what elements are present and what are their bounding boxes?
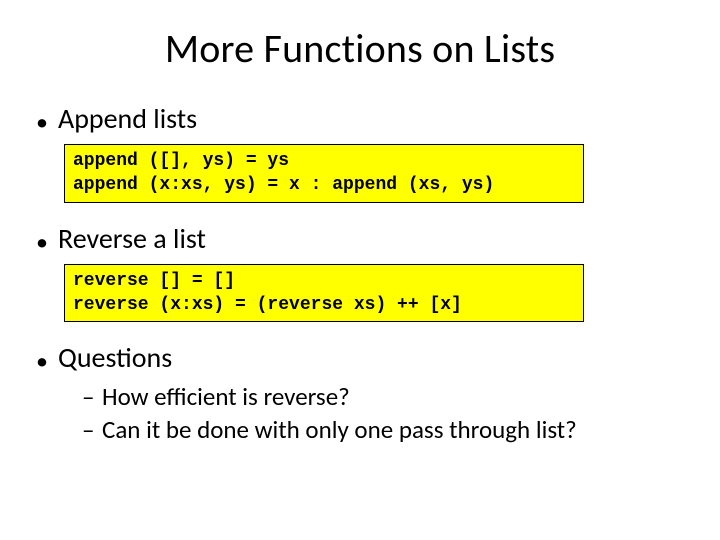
bullet-label: Questions: [58, 340, 172, 375]
dash-icon: –: [82, 381, 102, 412]
slide-title: More Functions on Lists: [36, 24, 684, 73]
list-item: • Append lists append ([], ys) = ys appe…: [36, 101, 684, 203]
code-block-reverse: reverse [] = [] reverse (x:xs) = (revers…: [64, 264, 584, 323]
sub-list-item: – Can it be done with only one pass thro…: [82, 414, 684, 445]
list-item: • Reverse a list reverse [] = [] reverse…: [36, 221, 684, 323]
dash-icon: –: [82, 414, 102, 445]
bullet-label: Reverse a list: [58, 221, 206, 256]
bullet-list: • Append lists append ([], ys) = ys appe…: [36, 101, 684, 445]
sub-item-label: Can it be done with only one pass throug…: [102, 414, 577, 445]
list-item: • Questions – How efficient is reverse? …: [36, 340, 684, 445]
sub-item-label: How efficient is reverse?: [102, 381, 350, 412]
bullet-icon: •: [36, 231, 58, 255]
bullet-icon: •: [36, 111, 58, 135]
slide: More Functions on Lists • Append lists a…: [0, 0, 720, 540]
code-block-append: append ([], ys) = ys append (x:xs, ys) =…: [64, 144, 584, 203]
bullet-label: Append lists: [58, 101, 197, 136]
bullet-icon: •: [36, 350, 58, 374]
sub-list: – How efficient is reverse? – Can it be …: [82, 381, 684, 445]
sub-list-item: – How efficient is reverse?: [82, 381, 684, 412]
